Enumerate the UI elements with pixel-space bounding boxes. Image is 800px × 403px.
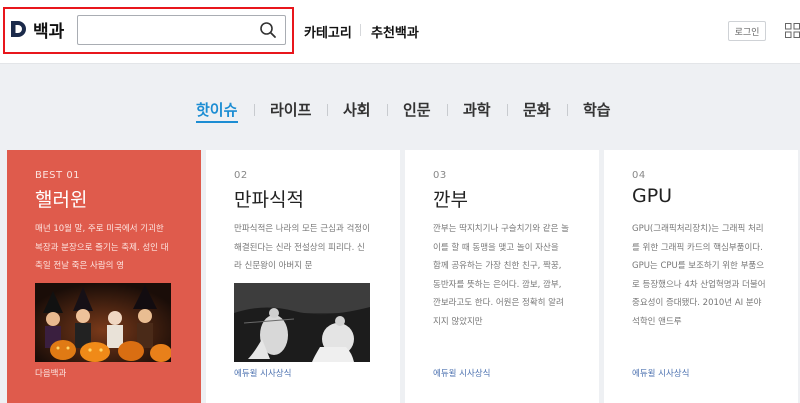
- tab-life[interactable]: 라이프: [270, 99, 311, 120]
- manpasikjeok-photo[interactable]: [234, 283, 370, 362]
- card-title[interactable]: GPU: [632, 185, 672, 207]
- tab-hot-issue[interactable]: 핫이슈: [196, 99, 237, 120]
- tab-humanities[interactable]: 인문: [403, 99, 431, 120]
- tab-divider: [507, 104, 508, 116]
- tab-culture[interactable]: 문화: [523, 99, 551, 120]
- active-tab-underline: [196, 121, 238, 123]
- halloween-photo[interactable]: [35, 283, 171, 362]
- card-source[interactable]: 다음백과: [35, 367, 66, 379]
- card-description: GPU(그래픽처리장치)는 그래픽 처리를 위한 그래픽 카드의 핵심부품이다.…: [632, 224, 766, 327]
- card-source[interactable]: 에듀윌 시사상식: [234, 367, 291, 379]
- card-title[interactable]: 깐부: [433, 185, 468, 212]
- card-description: 깐부는 딱지치기나 구슬치기와 같은 놀이를 할 때 동맹을 맺고 놀이 자산을…: [433, 224, 569, 327]
- apps-grid-icon[interactable]: [785, 23, 800, 38]
- tab-divider: [387, 104, 388, 116]
- tab-divider: [447, 104, 448, 116]
- login-button[interactable]: 로그인: [728, 21, 766, 41]
- category-tabs: 핫이슈 라이프 사회 인문 과학 문화 학습: [0, 92, 800, 126]
- top-header: 백과 카테고리 추천백과 로그인: [0, 0, 800, 64]
- search-input[interactable]: [84, 20, 254, 40]
- card-rank: 02: [234, 170, 248, 181]
- brand-title[interactable]: 백과: [33, 17, 64, 42]
- card-title[interactable]: 핼러윈: [35, 185, 87, 212]
- card-source[interactable]: 에듀윌 시사상식: [632, 367, 689, 379]
- issue-card-gpu[interactable]: 04 GPU GPU(그래픽처리장치)는 그래픽 처리를 위한 그래픽 카드의 …: [604, 150, 798, 403]
- tab-divider: [567, 104, 568, 116]
- tab-study[interactable]: 학습: [583, 99, 611, 120]
- issue-card-manpasikjeok[interactable]: 02 만파식적 만파식적은 나라의 모든 근심과 걱정이 해결된다는 신라 전설…: [206, 150, 400, 403]
- tab-divider: [327, 104, 328, 116]
- card-rank: 04: [632, 170, 646, 181]
- card-title[interactable]: 만파식적: [234, 185, 304, 212]
- card-rank: BEST 01: [35, 170, 81, 181]
- nav-recommended[interactable]: 추천백과: [371, 22, 419, 41]
- search-box[interactable]: [77, 15, 286, 45]
- card-source[interactable]: 에듀윌 시사상식: [433, 367, 490, 379]
- issue-card-halloween[interactable]: BEST 01 핼러윈 매년 10월 말, 주로 미국에서 기괴한 복장과 분장…: [7, 150, 201, 403]
- nav-category[interactable]: 카테고리: [304, 22, 352, 41]
- card-rank: 03: [433, 170, 447, 181]
- search-icon[interactable]: [259, 21, 277, 39]
- issue-card-kkanbu[interactable]: 03 깐부 깐부는 딱지치기나 구슬치기와 같은 놀이를 할 때 동맹을 맺고 …: [405, 150, 599, 403]
- tab-society[interactable]: 사회: [343, 99, 371, 120]
- tab-divider: [254, 104, 255, 116]
- nav-divider: [360, 24, 361, 36]
- daum-logo-icon[interactable]: [9, 20, 27, 38]
- tab-science[interactable]: 과학: [463, 99, 491, 120]
